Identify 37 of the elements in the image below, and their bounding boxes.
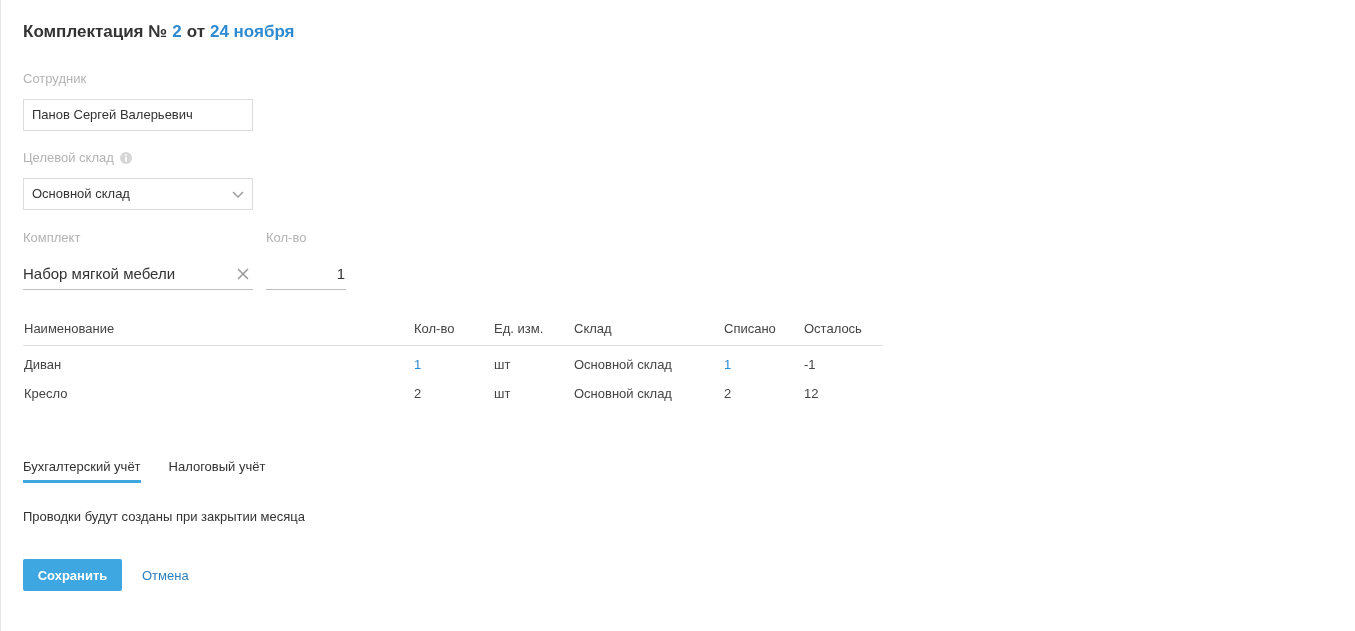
table-cell-text: 2 [414,385,423,402]
title-text: от [186,21,205,43]
tab[interactable]: Налоговый учёт [168,459,266,483]
column-header: Списано [724,321,777,337]
table-cell-text: 1 [724,356,733,373]
quantity-field[interactable]: 1 [266,258,346,290]
document-number-link[interactable]: 2 [172,20,182,44]
field-label: Сотрудник [23,71,88,87]
warehouse-select[interactable]: Основной склад [23,178,253,210]
table-cell-text: Диван [23,356,63,373]
document-date-link[interactable]: 24 ноября [209,20,295,44]
cancel-link[interactable]: Отмена [142,567,189,583]
column-header: Наименование [23,321,116,337]
info-icon[interactable] [119,152,132,164]
field-label: Комплект [23,230,82,246]
employee-field[interactable]: Панов Сергей Валерьевич [23,99,253,131]
column-header: Склад [574,321,613,337]
info-text: Проводки будут созданы при закрытии месяца [23,509,306,525]
table-cell-text: шт [494,356,512,373]
table-cell-text: шт [494,385,512,402]
tab[interactable]: Бухгалтерский учёт [23,459,141,483]
kit-field[interactable]: Набор мягкой мебели [23,258,253,290]
field-label: Кол-во [266,230,308,246]
table-cell-text: Кресло [23,385,69,402]
clear-icon[interactable] [237,267,249,280]
table-cell-text: 12 [804,385,820,402]
column-header: Осталось [804,321,863,337]
column-header: Кол-во [414,321,456,337]
table-cell-text: 1 [414,356,423,373]
chevron-down-icon [232,190,244,198]
field-label: Целевой склад [23,150,114,166]
title-text: Комплектация № [23,21,168,43]
table-cell-text: Основной склад [574,356,673,373]
table-cell-text: -1 [804,356,817,373]
table-cell-text: 2 [724,385,733,402]
table-cell-text: Основной склад [574,385,673,402]
column-header: Ед. изм. [494,321,545,337]
